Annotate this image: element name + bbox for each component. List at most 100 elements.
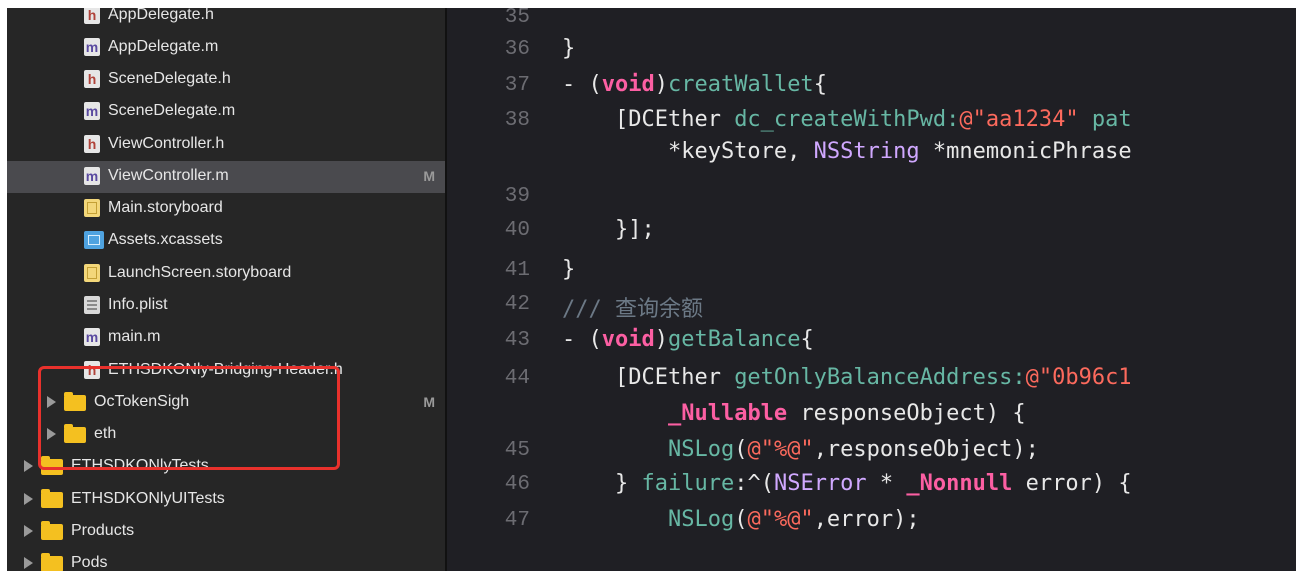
code-token: :^( <box>734 471 774 496</box>
project-navigator: h AppDelegate.h m AppDelegate.m h SceneDelega… <box>7 8 445 571</box>
code-line[interactable]: [DCEther getOnlyBalanceAddress:@"0b96c1 <box>562 365 1132 390</box>
navigator-item-label: main.m <box>108 328 161 345</box>
code-token: pat <box>1078 107 1132 132</box>
code-token: @"%@" <box>747 437 814 462</box>
code-token: @"%@" <box>747 507 814 532</box>
m-file-icon: m <box>84 102 100 120</box>
code-line[interactable]: - (void)creatWallet{ <box>562 72 827 97</box>
code-token: getBalance <box>667 327 801 352</box>
code-line[interactable]: /// 查询余额 <box>562 291 703 323</box>
line-number: 36 <box>504 38 530 61</box>
navigator-item[interactable]: LaunchScreen.storyboard <box>7 258 445 290</box>
code-token: * <box>866 471 907 496</box>
code-token: _Nonnull <box>906 471 1013 496</box>
code-token: [DCEther <box>562 365 735 390</box>
folder-icon <box>41 489 63 508</box>
navigator-item[interactable]: Assets.xcassets <box>7 225 445 257</box>
code-line[interactable]: NSLog(@"%@",error); <box>562 507 920 532</box>
disclosure-triangle-icon[interactable] <box>24 493 33 505</box>
line-number: 45 <box>504 439 530 462</box>
code-token: ( <box>734 507 748 532</box>
navigator-item-label: ViewController.m <box>108 167 229 184</box>
navigator-item[interactable]: m ViewController.m M <box>7 161 445 193</box>
code-token: *keyStore, <box>562 139 814 164</box>
line-number: 35 <box>504 8 530 29</box>
navigator-item[interactable]: ETHSDKONlyUITests <box>7 484 445 516</box>
code-line[interactable]: _Nullable responseObject) { <box>562 401 1026 426</box>
navigator-item-label: SceneDelegate.m <box>108 102 236 119</box>
navigator-item[interactable]: h SceneDelegate.h <box>7 64 445 96</box>
disclosure-triangle-icon[interactable] <box>24 557 33 569</box>
folder-icon <box>41 521 63 540</box>
code-token: }]; <box>562 217 655 242</box>
line-number: 41 <box>504 259 530 282</box>
code-token: ) <box>654 327 668 352</box>
code-token: NSLog <box>667 507 735 532</box>
code-token: void <box>601 327 655 352</box>
plist-icon <box>84 296 100 314</box>
line-number: 44 <box>504 367 530 390</box>
line-number: 37 <box>504 74 530 97</box>
navigator-item[interactable]: h AppDelegate.h <box>7 8 445 32</box>
code-token: } <box>562 257 576 282</box>
line-number: 42 <box>504 293 530 316</box>
code-token: ,error); <box>813 507 920 532</box>
navigator-item-label: Products <box>71 522 135 539</box>
code-line[interactable]: *keyStore, NSString *mnemonicPhrase <box>562 139 1132 164</box>
code-token: _Nullable <box>667 401 788 426</box>
line-number: 40 <box>504 219 530 242</box>
navigator-item-label: Assets.xcassets <box>108 231 223 248</box>
navigator-item-label: Pods <box>71 554 108 571</box>
red-highlight-annotation <box>38 366 340 470</box>
code-token: @"aa1234" <box>959 107 1079 132</box>
code-token: error) { <box>1012 471 1132 496</box>
h-file-icon: h <box>84 70 100 88</box>
navigator-item-label: AppDelegate.h <box>108 8 214 23</box>
code-line[interactable]: } <box>562 36 575 61</box>
code-token: ) <box>654 72 668 97</box>
code-line[interactable]: [DCEther dc_createWithPwd:@"aa1234" pat <box>562 107 1132 132</box>
navigator-item[interactable]: m main.m <box>7 322 445 354</box>
code-token: - ( <box>562 72 602 97</box>
code-token: ( <box>734 437 748 462</box>
code-line[interactable]: - (void)getBalance{ <box>562 327 814 352</box>
code-token: { <box>800 327 814 352</box>
navigator-item[interactable]: Products <box>7 516 445 548</box>
code-token: *mnemonicPhrase <box>919 139 1132 164</box>
code-token: responseObject) { <box>787 401 1026 426</box>
code-line[interactable]: NSLog(@"%@",responseObject); <box>562 437 1039 462</box>
navigator-item-label: Info.plist <box>108 296 168 313</box>
line-number: 47 <box>504 509 530 532</box>
navigator-item-label: LaunchScreen.storyboard <box>108 264 292 281</box>
navigator-item-label: AppDelegate.m <box>108 38 219 55</box>
code-token: { <box>813 72 827 97</box>
line-number: 46 <box>504 473 530 496</box>
navigator-item[interactable]: Pods <box>7 548 445 571</box>
code-token: } <box>562 471 642 496</box>
disclosure-triangle-icon[interactable] <box>24 460 33 472</box>
code-token: } <box>562 36 576 61</box>
disclosure-triangle-icon[interactable] <box>24 525 33 537</box>
code-line[interactable]: }]; <box>562 217 655 242</box>
code-token: [DCEther <box>562 107 735 132</box>
code-line[interactable]: } failure:^(NSError * _Nonnull error) { <box>562 471 1132 496</box>
code-line[interactable]: } <box>562 257 575 282</box>
navigator-item[interactable]: m AppDelegate.m <box>7 32 445 64</box>
navigator-item[interactable]: m SceneDelegate.m <box>7 96 445 128</box>
navigator-item-label: Main.storyboard <box>108 199 223 216</box>
source-control-badge: M <box>423 168 435 184</box>
h-file-icon: h <box>84 8 100 24</box>
code-editor[interactable]: 35 36} 37- (void)creatWallet{38 [DCEther d… <box>447 8 1296 571</box>
m-file-icon: m <box>84 167 100 185</box>
navigator-item-label: ViewController.h <box>108 135 225 152</box>
navigator-item[interactable]: h ViewController.h <box>7 129 445 161</box>
navigator-item[interactable]: Info.plist <box>7 290 445 322</box>
code-token: failure <box>641 471 735 496</box>
code-token: dc_createWithPwd: <box>734 107 960 132</box>
code-token: getOnlyBalanceAddress: <box>734 365 1026 390</box>
m-file-icon: m <box>84 328 100 346</box>
navigator-item[interactable]: Main.storyboard <box>7 193 445 225</box>
